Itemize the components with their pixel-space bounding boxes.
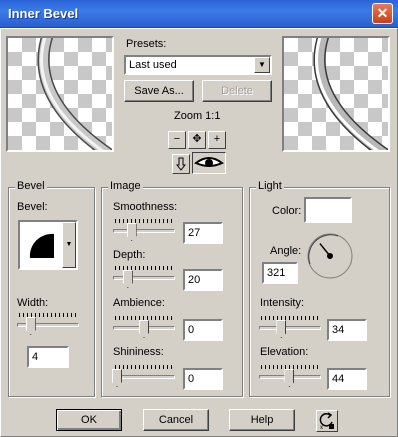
bevel-shape-icon bbox=[29, 233, 54, 258]
slider-track bbox=[113, 229, 175, 233]
reset-button[interactable]: x bbox=[316, 410, 338, 432]
smoothness-slider[interactable] bbox=[113, 219, 175, 243]
elevation-label: Elevation: bbox=[260, 346, 309, 358]
hand-pointer-icon bbox=[175, 157, 187, 171]
depth-label: Depth: bbox=[113, 249, 146, 261]
smoothness-label: Smoothness: bbox=[113, 201, 178, 213]
reset-icon: x bbox=[319, 412, 334, 431]
angle-field[interactable]: 321 bbox=[262, 262, 298, 284]
shininess-slider[interactable] bbox=[112, 365, 175, 389]
slider-thumb[interactable] bbox=[276, 320, 287, 338]
chevron-down-icon[interactable]: ▼ bbox=[62, 222, 76, 268]
presets-select[interactable]: Last used ▼ bbox=[124, 55, 272, 75]
depth-field[interactable]: 20 bbox=[183, 269, 223, 291]
ambience-slider[interactable] bbox=[113, 316, 175, 340]
preview-original[interactable] bbox=[6, 36, 114, 152]
bevel-group-legend: Bevel bbox=[15, 180, 47, 192]
depth-slider[interactable] bbox=[113, 266, 175, 290]
elevation-slider[interactable] bbox=[259, 365, 321, 389]
delete-button[interactable]: Delete bbox=[202, 80, 272, 102]
slider-thumb[interactable] bbox=[122, 270, 133, 288]
slider-track bbox=[259, 326, 321, 330]
ok-button[interactable]: OK bbox=[56, 409, 122, 431]
eye-icon bbox=[194, 157, 224, 167]
svg-text:x: x bbox=[320, 425, 323, 430]
presets-label: Presets: bbox=[126, 38, 167, 50]
image-group-legend: Image bbox=[108, 180, 143, 192]
slider-thumb[interactable] bbox=[126, 223, 137, 241]
smoothness-field[interactable]: 27 bbox=[183, 222, 223, 244]
elevation-field[interactable]: 44 bbox=[327, 368, 367, 390]
angle-dial[interactable] bbox=[306, 232, 354, 280]
toggle-preview-button[interactable] bbox=[192, 152, 226, 174]
bevel-ring-image bbox=[37, 38, 112, 150]
light-group-legend: Light bbox=[256, 180, 284, 192]
slider-ticks bbox=[115, 316, 173, 320]
preview-result[interactable] bbox=[282, 36, 390, 152]
close-icon: ✕ bbox=[376, 5, 389, 21]
zoom-in-button[interactable]: + bbox=[208, 131, 226, 149]
slider-thumb[interactable] bbox=[112, 369, 122, 387]
save-as-button[interactable]: Save As... bbox=[124, 80, 194, 102]
slider-ticks bbox=[19, 313, 77, 317]
title-bar: Inner Bevel ✕ bbox=[0, 0, 398, 28]
zoom-out-button[interactable]: − bbox=[168, 131, 186, 149]
width-slider[interactable] bbox=[17, 313, 79, 337]
slider-thumb[interactable] bbox=[139, 320, 149, 338]
shininess-field[interactable]: 0 bbox=[183, 368, 223, 390]
ambience-field[interactable]: 0 bbox=[183, 319, 223, 341]
slider-track bbox=[113, 276, 175, 280]
intensity-slider[interactable] bbox=[259, 316, 321, 340]
zoom-label: Zoom 1:1 bbox=[174, 110, 221, 122]
ambience-label: Ambience: bbox=[113, 297, 165, 309]
proof-button[interactable] bbox=[172, 154, 190, 174]
help-button[interactable]: Help bbox=[229, 409, 295, 431]
presets-value: Last used bbox=[129, 59, 177, 71]
slider-ticks bbox=[261, 316, 319, 320]
bevel-label: Bevel: bbox=[17, 201, 48, 213]
bevel-shape-picker[interactable]: ▼ bbox=[18, 220, 78, 270]
intensity-label: Intensity: bbox=[260, 297, 305, 309]
light-color-swatch[interactable] bbox=[304, 197, 352, 223]
pan-icon: ✥ bbox=[192, 133, 202, 145]
window-title: Inner Bevel bbox=[8, 6, 79, 21]
bevel-shape-preview bbox=[20, 222, 64, 268]
width-field[interactable]: 4 bbox=[27, 346, 69, 368]
color-label: Color: bbox=[272, 205, 302, 217]
intensity-field[interactable]: 34 bbox=[327, 319, 367, 341]
shininess-label: Shininess: bbox=[113, 346, 164, 358]
slider-ticks bbox=[115, 365, 173, 369]
zoom-in-icon: + bbox=[213, 133, 221, 145]
close-button[interactable]: ✕ bbox=[372, 3, 393, 24]
slider-thumb[interactable] bbox=[25, 317, 36, 335]
slider-ticks bbox=[115, 266, 173, 270]
angle-label: Angle: bbox=[270, 245, 302, 257]
zoom-out-icon: − bbox=[173, 133, 181, 145]
pan-button[interactable]: ✥ bbox=[188, 131, 206, 149]
chevron-down-icon[interactable]: ▼ bbox=[254, 57, 270, 73]
slider-track bbox=[113, 375, 175, 379]
slider-thumb[interactable] bbox=[284, 369, 295, 387]
bevel-ring-result-image bbox=[313, 38, 388, 150]
cancel-button[interactable]: Cancel bbox=[143, 409, 209, 431]
width-label: Width: bbox=[17, 297, 49, 309]
slider-ticks bbox=[115, 219, 173, 223]
slider-ticks bbox=[261, 365, 319, 369]
